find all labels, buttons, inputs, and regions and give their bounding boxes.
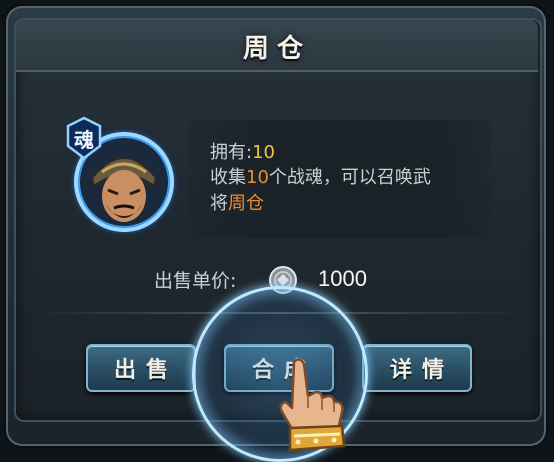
desc-hero-name: 周仓	[228, 193, 264, 214]
price-label: 出售单价:	[154, 270, 237, 292]
own-count-line: 拥有:10	[210, 138, 275, 164]
dialog-title: 周仓	[242, 34, 311, 64]
own-count: 10	[252, 142, 275, 163]
desc-middle: 个战魂，可以召唤武	[268, 167, 431, 188]
desc-prefix: 收集	[210, 167, 246, 188]
details-button[interactable]: 详情	[362, 344, 472, 392]
desc-line2-prefix: 将	[210, 193, 228, 214]
description-line-2: 将周仓	[210, 189, 264, 215]
own-label: 拥有:	[210, 142, 253, 163]
price-value: 1000	[318, 266, 367, 291]
desc-count: 10	[246, 167, 269, 188]
soul-badge-label: 魂	[74, 128, 94, 152]
sell-button[interactable]: 出售	[86, 344, 196, 392]
pointing-hand-icon	[279, 358, 346, 452]
description-line-1: 收集10个战魂，可以召唤武	[210, 163, 431, 189]
